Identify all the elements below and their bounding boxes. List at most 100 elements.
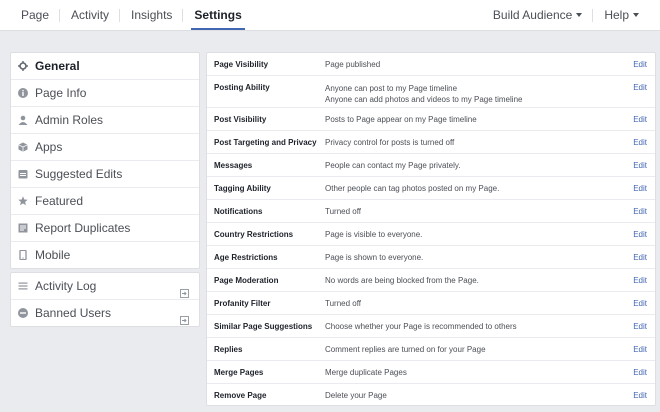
- sidebar-item-report-duplicates[interactable]: Report Duplicates: [11, 214, 199, 241]
- setting-row-tagging-ability: Tagging Ability Other people can tag pho…: [207, 176, 655, 199]
- setting-label: Post Visibility: [214, 114, 267, 124]
- edit-link[interactable]: Edit: [633, 322, 647, 331]
- setting-value: Choose whether your Page is recommended …: [325, 321, 517, 331]
- sidebar-item-featured[interactable]: Featured: [11, 187, 199, 214]
- setting-row-replies: Replies Comment replies are turned on fo…: [207, 337, 655, 360]
- general-settings-table: Page Visibility Page published Edit Post…: [206, 52, 656, 406]
- setting-label: Page Moderation: [214, 275, 279, 285]
- open-external-icon[interactable]: [180, 281, 189, 298]
- setting-label: Tagging Ability: [214, 183, 271, 193]
- sidebar-item-label: Activity Log: [35, 279, 97, 293]
- setting-label: Profanity Filter: [214, 298, 271, 308]
- edit-link[interactable]: Edit: [633, 253, 647, 262]
- info-icon: [18, 88, 28, 98]
- edit-link[interactable]: Edit: [633, 83, 647, 92]
- tab-settings[interactable]: Settings: [183, 0, 252, 30]
- setting-value: Turned off: [325, 206, 362, 216]
- setting-label: Post Targeting and Privacy: [214, 137, 317, 147]
- edit-link[interactable]: Edit: [633, 345, 647, 354]
- setting-value: Posts to Page appear on my Page timeline: [325, 114, 477, 124]
- setting-row-profanity-filter: Profanity Filter Turned off Edit: [207, 291, 655, 314]
- edit-link[interactable]: Edit: [633, 138, 647, 147]
- sidebar-item-label: Mobile: [35, 248, 71, 262]
- setting-row-remove-page: Remove Page Delete your Page Edit: [207, 383, 655, 405]
- setting-row-age-restrictions: Age Restrictions Page is shown to everyo…: [207, 245, 655, 268]
- setting-value: People can contact my Page privately.: [325, 160, 461, 170]
- setting-label: Age Restrictions: [214, 252, 278, 262]
- setting-label: Similar Page Suggestions: [214, 321, 313, 331]
- setting-value: Turned off: [325, 298, 362, 308]
- edit-link[interactable]: Edit: [633, 207, 647, 216]
- setting-value: Merge duplicate Pages: [325, 367, 407, 377]
- setting-value: Comment replies are turned on for your P…: [325, 344, 486, 354]
- edit-link[interactable]: Edit: [633, 60, 647, 69]
- sidebar-item-suggested-edits[interactable]: Suggested Edits: [11, 160, 199, 187]
- setting-label: Messages: [214, 160, 253, 170]
- setting-label: Notifications: [214, 206, 263, 216]
- sidebar-item-mobile[interactable]: Mobile: [11, 241, 199, 268]
- setting-value-line-2: Anyone can add photos and videos to my P…: [325, 95, 523, 104]
- sidebar-item-label: Page Info: [35, 86, 87, 100]
- sidebar-item-label: General: [35, 59, 80, 73]
- setting-row-similar-page-suggestions: Similar Page Suggestions Choose whether …: [207, 314, 655, 337]
- sidebar-item-label: Report Duplicates: [35, 221, 131, 235]
- duplicates-icon: [18, 223, 28, 233]
- setting-value: No words are being blocked from the Page…: [325, 275, 479, 285]
- suggested-edits-icon: [18, 169, 28, 179]
- edit-link[interactable]: Edit: [633, 115, 647, 124]
- chevron-down-icon: [576, 13, 583, 17]
- setting-row-post-targeting: Post Targeting and Privacy Privacy contr…: [207, 130, 655, 153]
- setting-row-merge-pages: Merge Pages Merge duplicate Pages Edit: [207, 360, 655, 383]
- setting-value: Other people can tag photos posted on my…: [325, 183, 500, 193]
- sidebar-item-activity-log[interactable]: Activity Log: [11, 273, 199, 299]
- ban-icon: [18, 308, 28, 318]
- setting-row-post-visibility: Post Visibility Posts to Page appear on …: [207, 107, 655, 130]
- chevron-down-icon: [633, 13, 639, 17]
- help-menu[interactable]: Help: [593, 0, 650, 30]
- setting-value: Anyone can post to my Page timeline Anyo…: [318, 83, 625, 105]
- edit-link[interactable]: Edit: [633, 299, 647, 308]
- edit-link[interactable]: Edit: [633, 184, 647, 193]
- setting-value: Privacy control for posts is turned off: [325, 137, 455, 147]
- setting-row-country-restrictions: Country Restrictions Page is visible to …: [207, 222, 655, 245]
- settings-sidebar: General Page Info Admin Roles Apps Sugge…: [10, 52, 200, 269]
- setting-value: Page is visible to everyone.: [325, 229, 423, 239]
- setting-value: Page is shown to everyone.: [325, 252, 424, 262]
- setting-label: Remove Page: [214, 390, 267, 400]
- tab-activity[interactable]: Activity: [60, 0, 121, 30]
- setting-row-posting-ability: Posting Ability Anyone can post to my Pa…: [207, 75, 655, 107]
- sidebar-item-apps[interactable]: Apps: [11, 133, 199, 160]
- sidebar-item-label: Banned Users: [35, 306, 112, 320]
- setting-row-page-moderation: Page Moderation No words are being block…: [207, 268, 655, 291]
- list-icon: [18, 281, 28, 291]
- person-icon: [18, 115, 28, 125]
- sidebar-item-general[interactable]: General: [11, 53, 199, 79]
- sidebar-item-page-info[interactable]: Page Info: [11, 79, 199, 106]
- sidebar-item-label: Featured: [35, 194, 84, 208]
- star-icon: [18, 196, 28, 206]
- setting-label: Page Visibility: [214, 59, 269, 69]
- page-tabs: Page Activity Insights Settings: [10, 0, 253, 30]
- tab-insights[interactable]: Insights: [120, 0, 184, 30]
- tab-page[interactable]: Page: [10, 0, 61, 30]
- activity-sidebar: Activity Log Banned Users: [10, 272, 200, 327]
- sidebar-item-label: Apps: [35, 140, 63, 154]
- setting-row-notifications: Notifications Turned off Edit: [207, 199, 655, 222]
- edit-link[interactable]: Edit: [633, 276, 647, 285]
- edit-link[interactable]: Edit: [633, 161, 647, 170]
- edit-link[interactable]: Edit: [633, 368, 647, 377]
- sidebar-item-admin-roles[interactable]: Admin Roles: [11, 106, 199, 133]
- setting-value: Page published: [325, 59, 381, 69]
- setting-row-messages: Messages People can contact my Page priv…: [207, 153, 655, 176]
- edit-link[interactable]: Edit: [633, 230, 647, 239]
- top-nav: Page Activity Insights Settings Build Au…: [0, 0, 660, 31]
- setting-value: Delete your Page: [325, 390, 387, 400]
- open-external-icon[interactable]: [180, 308, 189, 325]
- sidebar-item-label: Suggested Edits: [35, 167, 123, 181]
- setting-label: Replies: [214, 344, 243, 354]
- build-audience-menu[interactable]: Build Audience: [482, 0, 594, 30]
- edit-link[interactable]: Edit: [633, 391, 647, 400]
- setting-label: Country Restrictions: [214, 229, 294, 239]
- mobile-icon: [18, 250, 28, 260]
- sidebar-item-banned-users[interactable]: Banned Users: [11, 299, 199, 326]
